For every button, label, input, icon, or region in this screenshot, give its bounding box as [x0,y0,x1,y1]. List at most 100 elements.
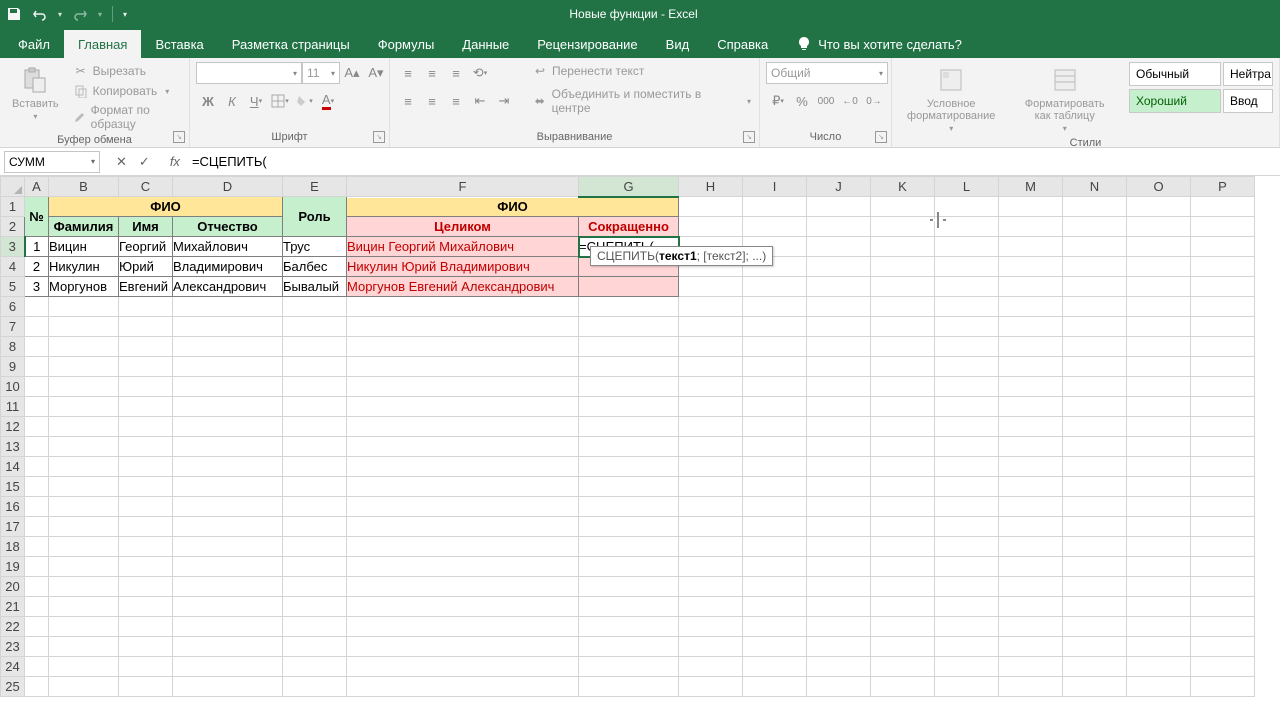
col-header-M[interactable]: M [999,177,1063,197]
cell[interactable] [999,397,1063,417]
cell[interactable] [49,457,119,477]
cell[interactable] [871,397,935,417]
cell[interactable] [935,357,999,377]
row-header-24[interactable]: 24 [1,657,25,677]
cell[interactable] [935,397,999,417]
cell[interactable] [1191,457,1255,477]
cell[interactable] [999,637,1063,657]
cell[interactable] [173,597,283,617]
col-header-C[interactable]: C [119,177,173,197]
cell[interactable] [119,677,173,697]
cell[interactable] [935,297,999,317]
cell[interactable] [283,377,347,397]
cell[interactable] [173,557,283,577]
cell[interactable] [871,217,935,237]
cell[interactable] [743,397,807,417]
cell[interactable] [49,497,119,517]
cell[interactable] [119,637,173,657]
cell[interactable] [1063,217,1127,237]
cell[interactable] [1191,497,1255,517]
col-header-L[interactable]: L [935,177,999,197]
font-dialog-icon[interactable]: ↘ [373,131,385,143]
row-header-9[interactable]: 9 [1,357,25,377]
cell[interactable] [871,377,935,397]
cell[interactable] [999,357,1063,377]
col-header-F[interactable]: F [347,177,579,197]
cell[interactable] [49,657,119,677]
cell[interactable] [743,197,807,217]
cell[interactable] [173,437,283,457]
cell[interactable]: Александрович [173,277,283,297]
cell[interactable] [283,297,347,317]
cell[interactable] [49,677,119,697]
cell[interactable] [679,297,743,317]
cell[interactable] [579,557,679,577]
tab-formulas[interactable]: Формулы [364,30,449,58]
cell[interactable] [935,597,999,617]
cell[interactable] [347,617,579,637]
cell[interactable] [1127,417,1191,437]
cell[interactable] [347,557,579,577]
cell[interactable] [347,457,579,477]
cell[interactable] [173,417,283,437]
cell[interactable] [1191,657,1255,677]
cell[interactable] [1191,557,1255,577]
row-header-13[interactable]: 13 [1,437,25,457]
row-header-25[interactable]: 25 [1,677,25,697]
cancel-formula-icon[interactable]: ✕ [116,154,127,170]
cell[interactable] [935,657,999,677]
cell[interactable] [25,477,49,497]
cell[interactable] [579,457,679,477]
cell[interactable] [25,617,49,637]
cell[interactable]: Вицин [49,237,119,257]
cell[interactable] [871,437,935,457]
cell[interactable] [579,337,679,357]
cell[interactable] [347,397,579,417]
cell[interactable] [283,657,347,677]
cell[interactable] [1127,497,1191,517]
cell[interactable] [25,517,49,537]
cell[interactable] [283,477,347,497]
cell[interactable]: № [25,197,49,237]
cell[interactable] [679,537,743,557]
cell[interactable] [25,397,49,417]
cell[interactable] [871,237,935,257]
col-header-H[interactable]: H [679,177,743,197]
cell[interactable] [935,577,999,597]
cell[interactable] [807,517,871,537]
cell[interactable] [871,497,935,517]
cell[interactable] [1191,637,1255,657]
cell[interactable] [579,397,679,417]
row-header-4[interactable]: 4 [1,257,25,277]
cell[interactable] [173,617,283,637]
cell[interactable] [119,617,173,637]
cell[interactable] [1063,237,1127,257]
cell[interactable]: ФИО [49,197,283,217]
cell[interactable] [1127,637,1191,657]
cell[interactable] [1191,677,1255,697]
cell[interactable] [579,517,679,537]
row-header-8[interactable]: 8 [1,337,25,357]
cell[interactable] [173,517,283,537]
cell[interactable] [1127,357,1191,377]
row-header-10[interactable]: 10 [1,377,25,397]
cell[interactable] [679,557,743,577]
cell[interactable] [119,457,173,477]
cell[interactable] [871,357,935,377]
cell[interactable] [25,637,49,657]
cell[interactable] [807,297,871,317]
cell[interactable] [999,337,1063,357]
row-header-1[interactable]: 1 [1,197,25,217]
cell[interactable] [871,677,935,697]
cell[interactable] [1127,217,1191,237]
cell[interactable] [743,537,807,557]
cell[interactable] [679,617,743,637]
col-header-B[interactable]: B [49,177,119,197]
cell[interactable]: Роль [283,197,347,237]
cell[interactable] [679,417,743,437]
cell[interactable] [173,537,283,557]
row-header-3[interactable]: 3 [1,237,25,257]
cell[interactable] [999,517,1063,537]
cell[interactable] [1063,477,1127,497]
cell[interactable] [1191,417,1255,437]
